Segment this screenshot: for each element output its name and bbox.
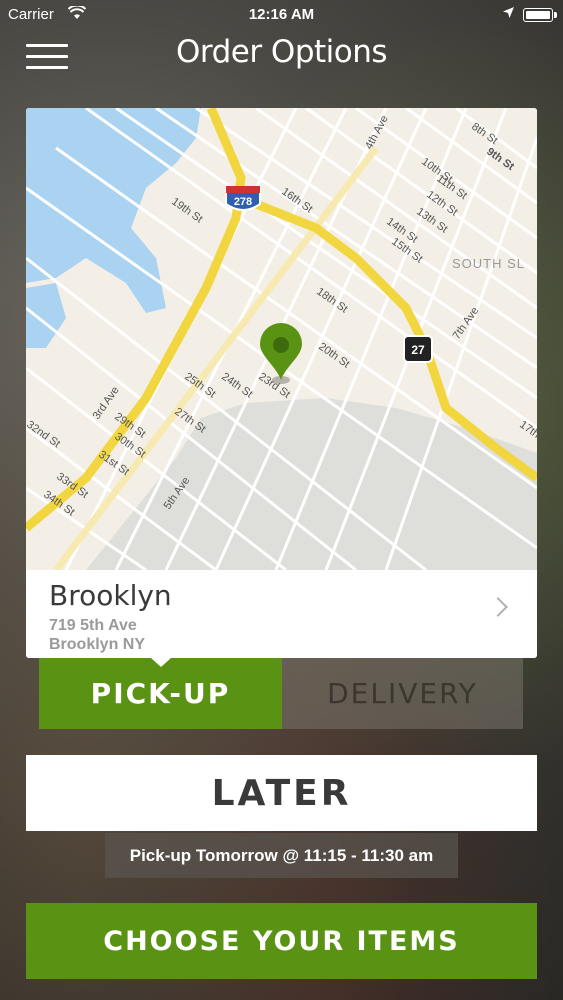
svg-text:SOUTH SL: SOUTH SL (452, 256, 525, 271)
svg-text:27: 27 (411, 343, 425, 357)
status-time: 12:16 AM (248, 6, 315, 23)
page-title: Order Options (175, 34, 388, 70)
location-details-row[interactable]: Brooklyn 719 5th Ave Brooklyn NY (26, 570, 537, 658)
chevron-right-icon (488, 597, 508, 617)
map-view[interactable]: 278 27 4th Ave 8th St 9th St 10th St 11t… (26, 108, 537, 570)
order-type-tabs: PICK-UP DELIVERY (39, 658, 523, 729)
svg-text:278: 278 (234, 196, 252, 208)
status-bar: Carrier 12:16 AM (0, 0, 563, 30)
tab-delivery[interactable]: DELIVERY (282, 658, 523, 729)
battery-icon (523, 8, 557, 22)
tab-pickup[interactable]: PICK-UP (39, 658, 282, 729)
location-name: Brooklyn (49, 579, 172, 612)
location-address-line2: Brooklyn NY (49, 636, 146, 653)
state-route-shield-icon: 27 (403, 335, 433, 363)
later-button[interactable]: LATER (26, 755, 537, 831)
choose-items-button[interactable]: CHOOSE YOUR ITEMS (26, 903, 537, 979)
selected-tab-pointer (151, 658, 171, 667)
location-card: 278 27 4th Ave 8th St 9th St 10th St 11t… (26, 108, 537, 658)
interstate-shield-icon: 278 (225, 186, 261, 211)
location-address-line1: 719 5th Ave (49, 617, 137, 634)
pickup-schedule-label[interactable]: Pick-up Tomorrow @ 11:15 - 11:30 am (105, 833, 458, 878)
location-arrow-icon (502, 6, 515, 23)
